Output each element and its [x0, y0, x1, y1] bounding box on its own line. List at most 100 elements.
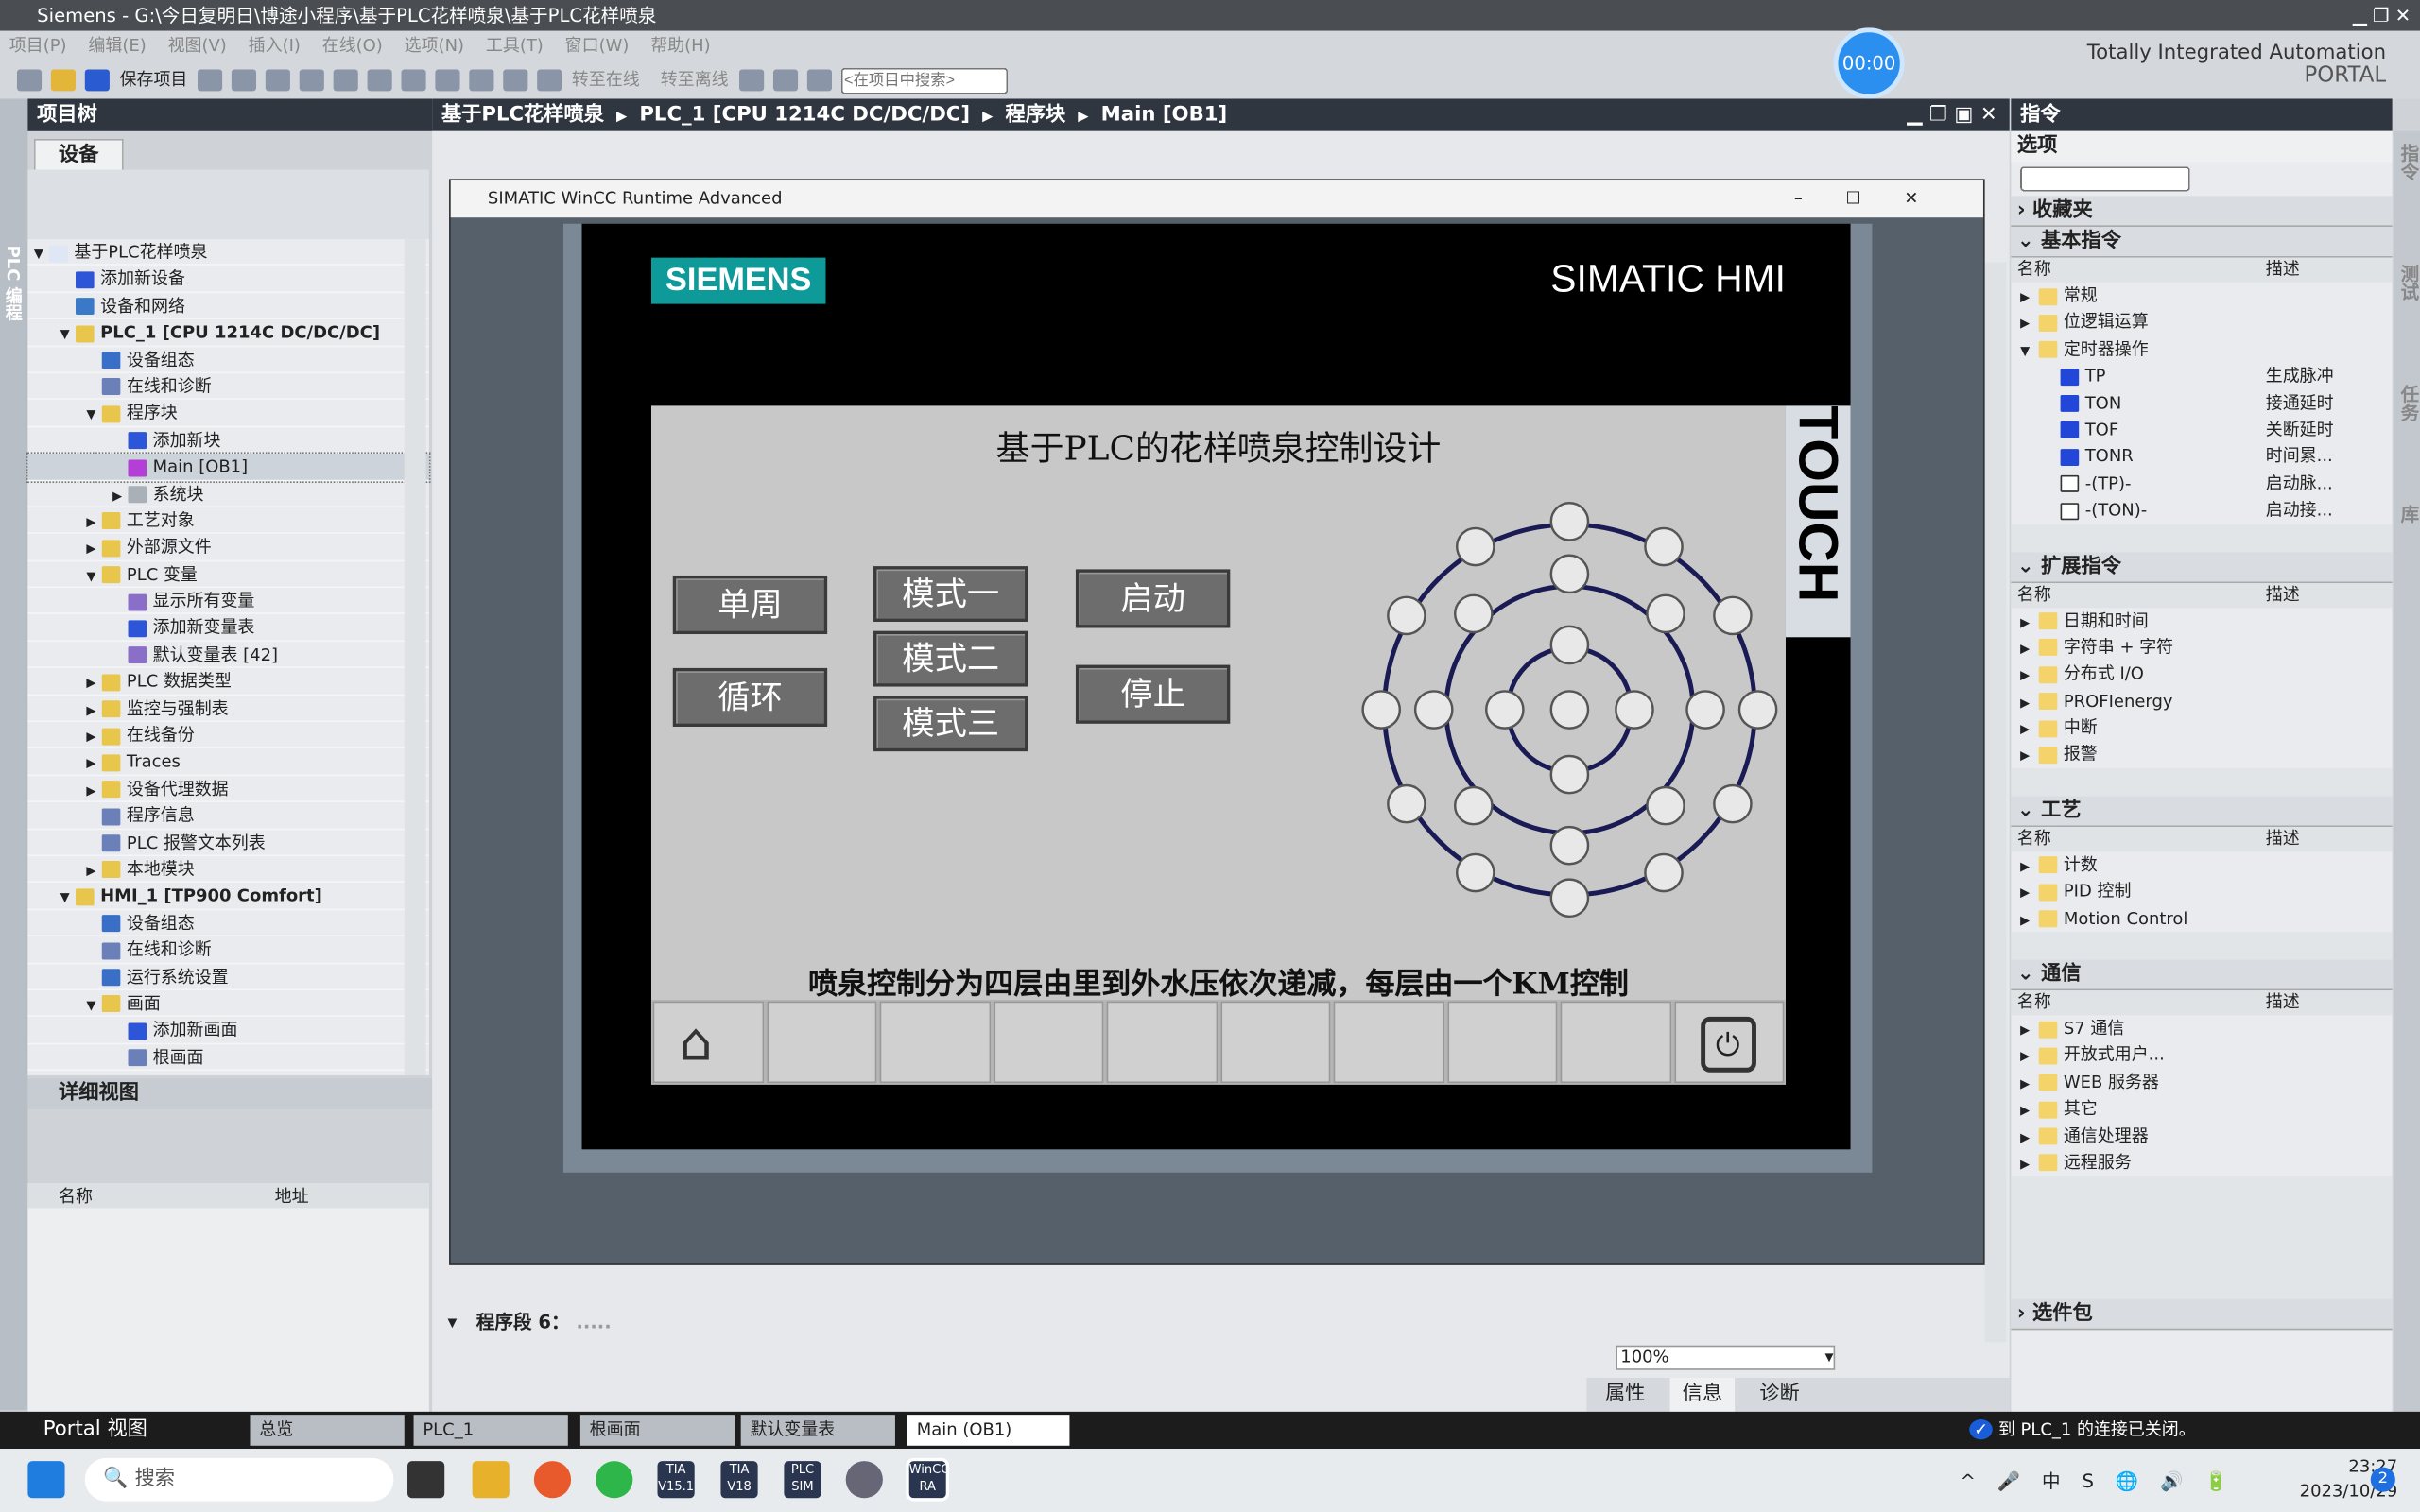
tree-item[interactable]: ▶ 设备代理数据	[27, 776, 429, 803]
tree-item[interactable]: ▼ PLC 变量	[27, 561, 429, 589]
nav-slot-button[interactable]	[879, 1001, 991, 1084]
project-search-input[interactable]	[840, 67, 1009, 94]
breadcrumb-item[interactable]: 程序块	[1006, 103, 1066, 126]
nav-slot-button[interactable]	[766, 1001, 877, 1084]
tree-item[interactable]: 显示所有变量	[27, 588, 429, 615]
collapsed-arrow-icon[interactable]: ▶	[86, 536, 101, 562]
taskbar-search[interactable]: 🔍 搜索	[84, 1457, 394, 1502]
extended-section-header[interactable]: ⌄ 扩展指令	[2011, 551, 2393, 583]
instruction-item[interactable]: TP 生成脉冲	[2011, 363, 2392, 389]
tree-item[interactable]: ▶ 本地模块	[27, 856, 429, 885]
instruction-item[interactable]: TOF 关断延时	[2011, 417, 2392, 443]
split-vertical-icon[interactable]	[806, 69, 832, 92]
new-project-icon[interactable]	[16, 69, 43, 92]
side-tab[interactable]: 任务	[2394, 385, 2420, 492]
delete-icon[interactable]	[333, 69, 358, 92]
description-column[interactable]: 描述	[2266, 990, 2300, 1015]
accessible-devices-icon[interactable]	[738, 69, 764, 92]
expanded-arrow-icon[interactable]: ▼	[2020, 337, 2039, 364]
collapsed-arrow-icon[interactable]: ▶	[112, 482, 128, 508]
firefox-icon[interactable]	[533, 1461, 572, 1499]
windows-start-icon[interactable]	[27, 1461, 65, 1499]
instruction-item[interactable]: -(TP)- 启动脉...	[2011, 471, 2392, 497]
task-view-icon[interactable]	[407, 1461, 445, 1499]
instruction-item[interactable]: ▶ 常规	[2011, 283, 2392, 309]
instruction-item[interactable]: TON 接通延时	[2011, 389, 2392, 416]
window-controls[interactable]: ▁ ❐ ✕	[2353, 0, 2411, 31]
side-tab[interactable]: 测试	[2394, 264, 2420, 371]
menu-item[interactable]: 编辑(E)	[88, 36, 146, 56]
menu-item[interactable]: 插入(I)	[249, 36, 301, 56]
editor-scrollbar[interactable]	[1984, 262, 2007, 1343]
nav-slot-button[interactable]	[993, 1001, 1104, 1084]
inspector-tab[interactable]: 属性	[1593, 1378, 1658, 1412]
go-offline-button[interactable]: 转至离线	[661, 69, 729, 89]
collapsed-arrow-icon[interactable]: ▶	[86, 670, 101, 696]
description-column[interactable]: 描述	[2266, 582, 2300, 607]
settings-icon[interactable]	[845, 1461, 883, 1499]
description-column[interactable]: 描述	[2266, 827, 2300, 851]
collapsed-arrow-icon[interactable]: ▶	[2020, 1125, 2039, 1151]
tree-item[interactable]: ▶ 系统块	[27, 481, 429, 508]
collapsed-arrow-icon[interactable]: ▶	[2020, 1043, 2039, 1070]
tree-item[interactable]: 设备组态	[27, 347, 429, 374]
instruction-item[interactable]: ▶ 字符串 + 字符	[2011, 634, 2392, 661]
tia-v15-icon[interactable]: TIA V15.1	[657, 1461, 695, 1499]
portal-view-button[interactable]: Portal 视图	[43, 1418, 147, 1440]
editor-tab[interactable]: Main (OB1)	[907, 1415, 1070, 1446]
name-column[interactable]: 名称	[2011, 827, 2265, 851]
tree-item[interactable]: Main [OB1]	[26, 452, 431, 483]
tia-v18-icon[interactable]: TIA V18	[720, 1461, 758, 1499]
tree-item[interactable]: 设备和网络	[27, 293, 429, 320]
tree-item[interactable]: ▼ 程序块	[27, 400, 429, 427]
technology-section-header[interactable]: ⌄ 工艺	[2011, 796, 2393, 827]
collapsed-arrow-icon[interactable]: ▶	[2020, 689, 2039, 715]
wechat-icon[interactable]	[596, 1461, 633, 1499]
breadcrumb-item[interactable]: PLC_1 [CPU 1214C DC/DC/DC]	[639, 103, 970, 126]
collapsed-arrow-icon[interactable]: ▶	[86, 858, 101, 885]
tree-item[interactable]: ▶ Traces	[27, 749, 429, 776]
upload-icon[interactable]	[503, 69, 528, 92]
wincc-window-controls[interactable]: –☐✕	[1794, 180, 1962, 217]
tree-item[interactable]: 程序信息	[27, 802, 429, 830]
instruction-item[interactable]: ▶ 远程服务	[2011, 1149, 2392, 1176]
tree-item[interactable]: ▶ 外部源文件	[27, 534, 429, 562]
tree-item[interactable]: 根画面	[27, 1044, 429, 1072]
power-button[interactable]: ⏻	[1673, 1001, 1785, 1084]
simulation-icon[interactable]	[537, 69, 562, 92]
redo-icon[interactable]	[401, 69, 426, 92]
menu-item[interactable]: 视图(V)	[168, 36, 227, 56]
detail-view-header[interactable]: 详细视图	[27, 1078, 433, 1109]
tree-item[interactable]: PLC 报警文本列表	[27, 830, 429, 857]
undo-icon[interactable]	[367, 69, 392, 92]
editor-window-controls[interactable]: ▁ ❐ ▣ ✕	[1907, 98, 1996, 132]
horizontal-scrollbar[interactable]	[2011, 1176, 2393, 1300]
paste-icon[interactable]	[299, 69, 324, 92]
print-icon[interactable]	[197, 69, 223, 92]
breadcrumb-item[interactable]: 基于PLC花样喷泉	[441, 103, 604, 126]
instruction-item[interactable]: -(TON)- 启动接...	[2011, 497, 2392, 524]
menu-item[interactable]: 项目(P)	[9, 36, 67, 56]
horizontal-scrollbar[interactable]	[2011, 524, 2393, 552]
instruction-item[interactable]: ▶ 通信处理器	[2011, 1123, 2392, 1149]
horizontal-scrollbar[interactable]	[2011, 932, 2393, 960]
name-column[interactable]: 名称	[2011, 582, 2265, 607]
tab-devices[interactable]: 设备	[33, 138, 124, 170]
collapsed-arrow-icon[interactable]: ▶	[2020, 716, 2039, 743]
tree-item[interactable]: 运行系统设置	[27, 964, 429, 991]
tree-item[interactable]: 添加新画面	[27, 1017, 429, 1044]
menu-item[interactable]: 帮助(H)	[650, 36, 710, 56]
instruction-item[interactable]: ▶ 日期和时间	[2011, 607, 2392, 633]
tree-item[interactable]: ▶ 工艺对象	[27, 507, 429, 535]
copy-icon[interactable]	[265, 69, 290, 92]
collapsed-arrow-icon[interactable]: ▶	[2020, 609, 2039, 635]
instruction-item[interactable]: ▶ 中断	[2011, 714, 2392, 741]
instruction-item[interactable]: ▶ PID 控制	[2011, 878, 2392, 904]
tree-item[interactable]: ▶ 在线备份	[27, 722, 429, 749]
tree-item[interactable]: ▼ 画面	[27, 990, 429, 1018]
tree-scrollbar[interactable]	[404, 239, 426, 1075]
tree-item[interactable]: 添加新块	[27, 427, 429, 455]
collapsed-arrow-icon[interactable]: ▶	[2020, 853, 2039, 880]
collapsed-arrow-icon[interactable]: ▶	[86, 696, 101, 723]
expanded-arrow-icon[interactable]: ▼	[34, 241, 49, 267]
